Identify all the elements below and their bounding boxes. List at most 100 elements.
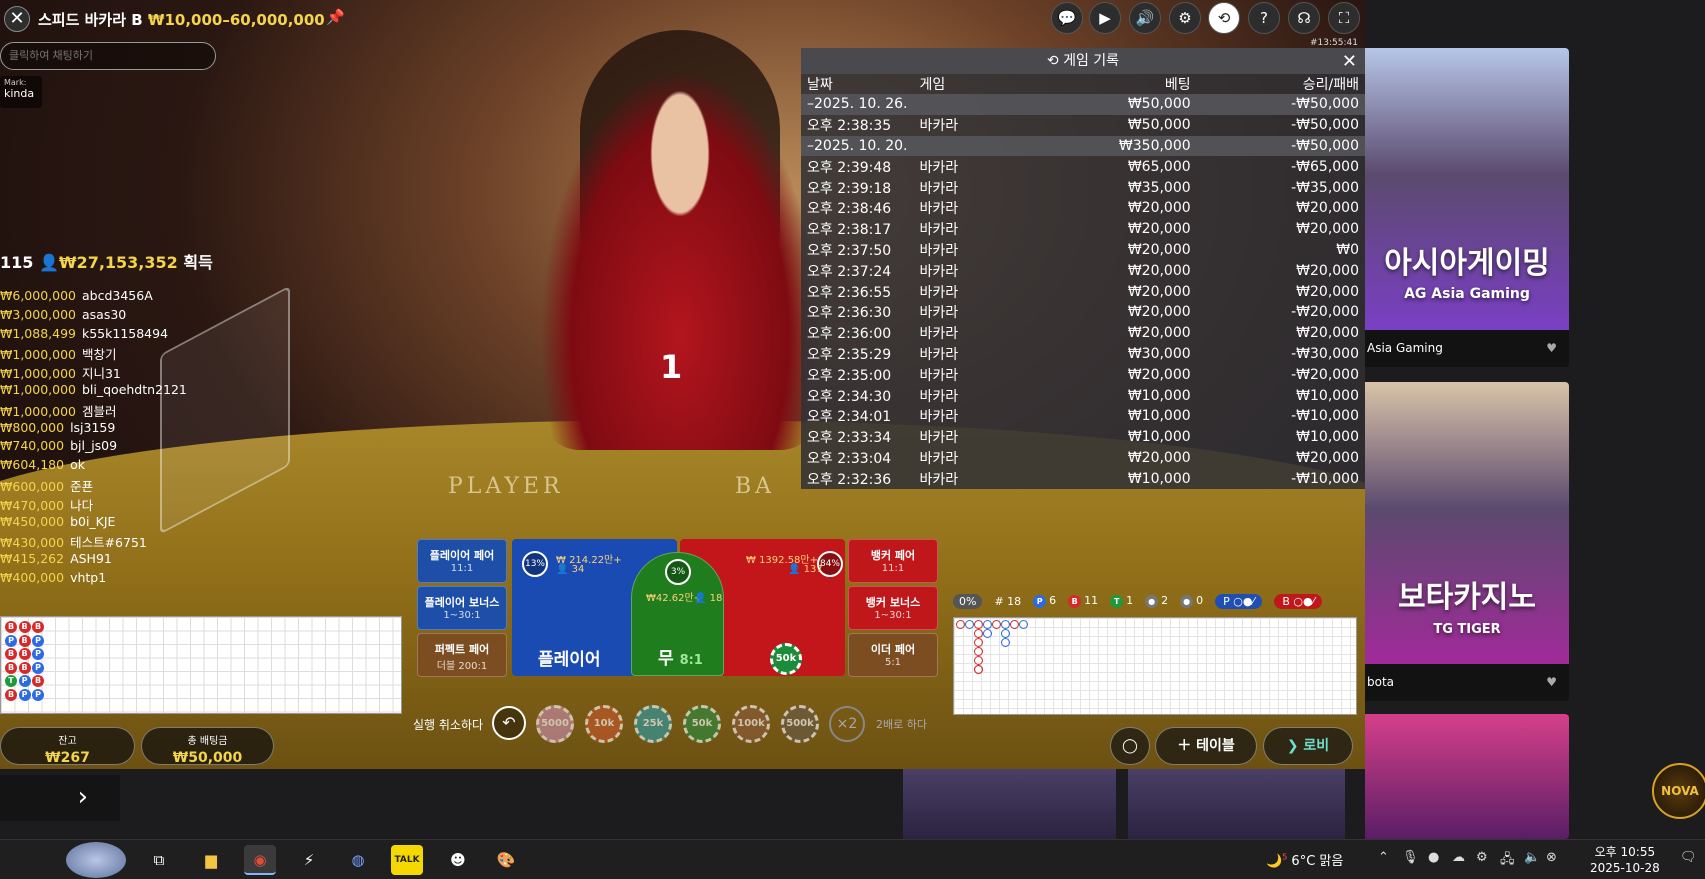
steam-icon[interactable]: ⚙: [1476, 850, 1488, 865]
tie-label: 무 8:1: [658, 644, 703, 669]
pin-icon[interactable]: 📌: [326, 8, 345, 26]
history-icon[interactable]: ⟲: [1208, 2, 1240, 34]
bottom-thumbnail[interactable]: [903, 769, 1116, 839]
chip-button[interactable]: 100k: [732, 705, 770, 743]
close-icon[interactable]: ✕: [1342, 51, 1357, 72]
promo-card-asia-gaming[interactable]: 아시아게이밍 AG Asia Gaming Asia Gaming ♥: [1365, 48, 1569, 367]
history-row[interactable]: 오후 2:35:29 바카라 ₩30,000 -₩30,000: [801, 344, 1365, 365]
help-icon[interactable]: ?: [1248, 2, 1280, 34]
history-bet: ₩10,000: [1127, 429, 1191, 446]
nova-logo[interactable]: NOVA: [1652, 763, 1705, 819]
history-row[interactable]: 오후 2:36:55 바카라 ₩20,000 ₩20,000: [801, 281, 1365, 302]
gear-icon[interactable]: ⚙: [1169, 2, 1201, 34]
messenger-icon[interactable]: ◍: [342, 845, 374, 875]
player-wins-value: 6: [1049, 594, 1057, 607]
chat-bubble-button[interactable]: ◯: [1110, 727, 1150, 765]
history-date-row[interactable]: –2025. 10. 26. ₩50,000 -₩50,000: [801, 94, 1365, 115]
lobby-button[interactable]: ❯ 로비: [1263, 727, 1353, 765]
history-row[interactable]: 오후 2:34:30 바카라 ₩10,000 ₩10,000: [801, 385, 1365, 406]
history-date: 오후 2:38:35: [807, 118, 892, 135]
history-row[interactable]: 오후 2:36:30 바카라 ₩20,000 -₩20,000: [801, 302, 1365, 323]
winner-row: ₩1,000,000 겜블러: [0, 401, 230, 420]
history-row[interactable]: 오후 2:37:24 바카라 ₩20,000 ₩20,000: [801, 260, 1365, 281]
winner-amount: ₩450,000: [0, 513, 65, 529]
chip-button[interactable]: 10k: [585, 705, 623, 743]
heart-icon[interactable]: ♥: [1546, 664, 1557, 701]
chip-button[interactable]: 25k: [634, 705, 672, 743]
player-pair-bet[interactable]: 플레이어 페어 11:1: [417, 539, 507, 583]
perfect-pair-bet[interactable]: 퍼펙트 페어 더블 200:1: [417, 633, 507, 677]
table-button[interactable]: ＋ 테이블: [1155, 727, 1257, 765]
history-row[interactable]: 오후 2:33:04 바카라 ₩20,000 ₩20,000: [801, 448, 1365, 469]
history-table: 날짜 게임 베팅 승리/패배 –2025. 10. 26. ₩50,000 -₩50…: [801, 74, 1365, 489]
close-circle-icon[interactable]: ⊗: [1546, 850, 1557, 865]
history-game: 바카라: [919, 430, 959, 447]
history-row[interactable]: 오후 2:37:50 바카라 ₩20,000 ₩0: [801, 240, 1365, 261]
network-icon[interactable]: 🖧: [1500, 850, 1515, 872]
player-bonus-bet[interactable]: 플레이어 보너스 1~30:1: [417, 586, 507, 630]
bead-result: B: [18, 661, 31, 674]
bottom-thumbnail[interactable]: [1128, 769, 1345, 839]
promo-card-third[interactable]: [1365, 714, 1569, 839]
chip-button[interactable]: 500k: [781, 705, 819, 743]
table-limits: ₩10,000–60,000,000: [147, 11, 325, 29]
tie-bet-area[interactable]: 3% ₩42.62만+ 👤 18 무 8:1: [631, 552, 724, 676]
history-row[interactable]: 오후 2:33:34 바카라 ₩10,000 ₩10,000: [801, 427, 1365, 448]
chat-icon[interactable]: 💬: [1051, 2, 1083, 34]
video-icon[interactable]: ▶: [1089, 2, 1121, 34]
kakaotalk-icon[interactable]: TALK: [391, 845, 423, 875]
microphone-icon[interactable]: 🎙: [1402, 850, 1419, 865]
history-date: –2025. 10. 20.: [801, 135, 914, 157]
chrome-icon[interactable]: ◉: [244, 845, 276, 875]
history-row[interactable]: 오후 2:39:48 바카라 ₩65,000 -₩65,000: [801, 156, 1365, 177]
game-app-icon[interactable]: ☻: [442, 845, 474, 875]
history-row[interactable]: 오후 2:35:00 바카라 ₩20,000 -₩20,000: [801, 364, 1365, 385]
chip-button[interactable]: 50k: [683, 705, 721, 743]
banker-ask-button[interactable]: B ○●⁄: [1274, 593, 1323, 609]
history-row[interactable]: 오후 2:36:00 바카라 ₩20,000 ₩20,000: [801, 323, 1365, 344]
undo-icon[interactable]: ↶: [492, 706, 526, 740]
history-row[interactable]: 오후 2:34:01 바카라 ₩10,000 -₩10,000: [801, 406, 1365, 427]
winner-name: vhtp1: [70, 569, 107, 585]
promo-card-bota[interactable]: 보타카지노 TG TIGER bota ♥: [1365, 382, 1569, 701]
system-clock[interactable]: 오후 10:55 2025-10-28: [1590, 844, 1660, 876]
chevron-up-icon[interactable]: ⌃: [1378, 850, 1389, 865]
history-row[interactable]: 오후 2:39:18 바카라 ₩35,000 -₩35,000: [801, 177, 1365, 198]
history-row[interactable]: 오후 2:38:17 바카라 ₩20,000 ₩20,000: [801, 219, 1365, 240]
close-icon[interactable]: ✕: [4, 6, 30, 32]
balance-value: ₩267: [45, 750, 90, 766]
winner-name: ok: [70, 457, 85, 473]
big-road-mark: [1001, 629, 1010, 638]
history-date-row[interactable]: –2025. 10. 20. ₩350,000 -₩50,000: [801, 135, 1365, 157]
task-view-icon[interactable]: ⧉: [143, 845, 175, 875]
banker-bonus-bet[interactable]: 뱅커 보너스 1~30:1: [848, 586, 938, 630]
history-row[interactable]: 오후 2:38:46 바카라 ₩20,000 ₩20,000: [801, 198, 1365, 219]
heart-icon[interactable]: ♥: [1546, 330, 1557, 367]
chat-input[interactable]: [0, 42, 216, 70]
chevron-right-icon[interactable]: ›: [0, 775, 120, 821]
volume-icon[interactable]: 🔊: [1129, 2, 1161, 34]
history-result: -₩30,000: [1291, 345, 1359, 362]
paint-icon[interactable]: 🎨: [490, 845, 522, 875]
fullscreen-icon[interactable]: ⛶: [1328, 2, 1360, 34]
history-game: [913, 94, 1021, 115]
start-thumbnail[interactable]: [66, 842, 126, 878]
banker-pair-bet[interactable]: 뱅커 페어 11:1: [848, 539, 938, 583]
either-pair-bet[interactable]: 이더 페어 5:1: [848, 633, 938, 677]
player-ask-button[interactable]: P ○●⁄: [1215, 593, 1263, 609]
weather-widget[interactable]: 🌙5 6°C 맑음: [1266, 850, 1343, 869]
app-icon[interactable]: ⚡: [293, 845, 325, 875]
history-row[interactable]: 오후 2:38:35 바카라 ₩50,000 -₩50,000: [801, 115, 1365, 136]
chip-button[interactable]: 5000: [536, 705, 574, 743]
winner-name: 겜블러: [81, 403, 117, 419]
history-row[interactable]: 오후 2:32:36 바카라 ₩10,000 -₩10,000: [801, 468, 1365, 489]
file-explorer-icon[interactable]: ▆: [195, 845, 227, 875]
cloud-icon[interactable]: ☁: [1452, 850, 1465, 865]
kakao-tray-icon[interactable]: ●: [1428, 850, 1439, 865]
notification-icon[interactable]: 🗨: [1680, 850, 1697, 865]
double-button[interactable]: ×2: [829, 706, 865, 742]
history-game: 바카라: [919, 242, 959, 259]
support-icon[interactable]: ☊: [1288, 2, 1320, 34]
game-topbar: ✕ 스피드 바카라 B ₩10,000–60,000,000 📌 💬 ▶ 🔊 ⚙…: [0, 0, 1365, 48]
speaker-icon[interactable]: 🔈: [1524, 850, 1540, 865]
